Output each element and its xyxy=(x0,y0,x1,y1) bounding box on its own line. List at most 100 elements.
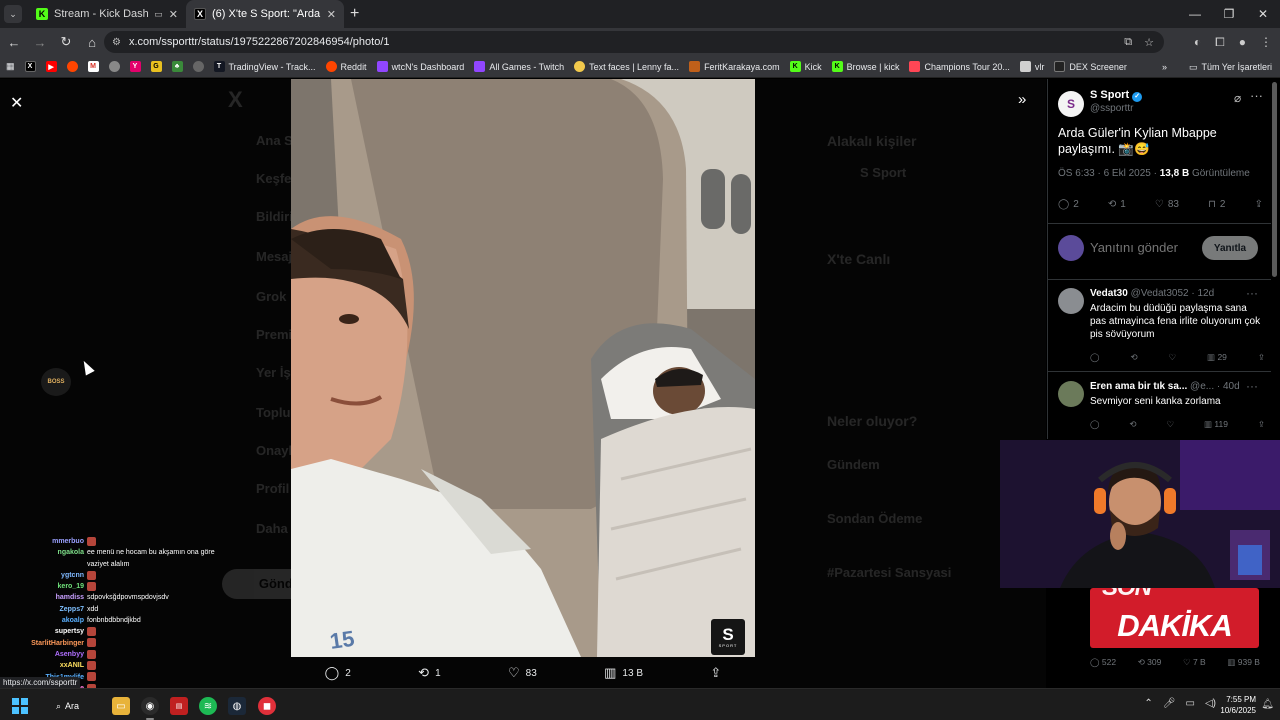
grok-icon[interactable]: ⌀ xyxy=(1234,91,1241,105)
views-button[interactable]: ▥ 29 xyxy=(1207,352,1227,363)
bookmark-ferit[interactable]: FeritKarakaya.com xyxy=(689,61,780,72)
restore-button[interactable]: ❐ xyxy=(1212,0,1246,28)
bookmark-leaf[interactable]: ♣ xyxy=(171,61,183,72)
reply-icon[interactable]: ◯ xyxy=(1090,419,1100,430)
reply-submit-button[interactable]: Yanıtla xyxy=(1202,236,1258,260)
chat-username[interactable]: kero_19 xyxy=(0,581,84,592)
more-options-icon[interactable]: ··· xyxy=(1250,88,1263,103)
share-button[interactable]: ⇪ xyxy=(710,665,721,681)
tweet-timestamp[interactable]: ÖS 6:33 · 6 Ekl 2025 · xyxy=(1058,168,1160,179)
comment-author[interactable]: Eren ama bir tık sa... @e... · 40d xyxy=(1090,381,1240,392)
list-item[interactable]: Vedat30 @Vedat3052 · 12d ··· Ardacim bu … xyxy=(1048,286,1271,374)
chat-username[interactable]: supertsy xyxy=(0,626,84,637)
bookmark-circle[interactable] xyxy=(192,61,204,72)
new-tab-button[interactable]: + xyxy=(350,5,359,23)
chat-username[interactable]: xxANIL xyxy=(0,660,84,671)
chat-username[interactable]: akoalp xyxy=(0,615,84,626)
apps-icon[interactable]: ▦ xyxy=(6,61,15,72)
menu-icon[interactable]: ⋮ xyxy=(1260,35,1272,49)
views-count[interactable]: ▥ 939 B xyxy=(1227,657,1260,668)
repost-button[interactable]: ⟲ 1 xyxy=(1108,199,1126,210)
bookmark-dex[interactable]: DEX Screener xyxy=(1054,61,1127,72)
chat-username[interactable]: mmerbuo xyxy=(0,536,84,547)
avatar[interactable] xyxy=(1058,288,1084,314)
tab-kick-dashboard[interactable]: K Stream - Kick Dashboard ▭ ✕ xyxy=(28,0,186,28)
forward-button[interactable]: → xyxy=(28,30,52,54)
chevron-up-icon[interactable]: ⌃ xyxy=(1144,698,1152,709)
close-tab-icon[interactable]: ✕ xyxy=(327,8,336,21)
heart-icon[interactable]: ♡ xyxy=(1166,419,1174,430)
more-bookmarks-icon[interactable]: » xyxy=(1162,62,1167,72)
tab-search-button[interactable]: ⌄ xyxy=(4,5,22,23)
bookmark-champions-tour[interactable]: Champions Tour 20... xyxy=(909,61,1010,72)
more-options-icon[interactable]: ··· xyxy=(1246,286,1258,300)
reply-button[interactable]: ◯ 2 xyxy=(1058,199,1079,210)
repost-count[interactable]: ⟲ 309 xyxy=(1138,657,1162,668)
like-button[interactable]: ♡ 83 xyxy=(1155,199,1179,210)
author-name[interactable]: S Sport ✓ xyxy=(1090,89,1143,102)
tab-x-post[interactable]: X (6) X'te S Sport: "Arda Güler'in Kylia… xyxy=(186,0,344,28)
toggle-sidebar-button[interactable]: » xyxy=(1018,91,1026,108)
bookmark-y[interactable]: Y xyxy=(129,61,141,72)
extensions-icon[interactable]: ⧠ xyxy=(1215,35,1225,50)
bookmark-twitch-games[interactable]: All Games - Twitch xyxy=(474,61,564,72)
bookmark-star-icon[interactable]: ☆ xyxy=(1144,36,1154,49)
repost-icon[interactable]: ⟲ xyxy=(1129,419,1136,430)
sidebar-scrollbar[interactable] xyxy=(1272,82,1277,277)
windows-start-icon[interactable] xyxy=(12,698,28,714)
list-item[interactable]: Eren ama bir tık sa... @e... · 40d ··· S… xyxy=(1048,379,1271,437)
chat-username[interactable]: StarlitHarbinger xyxy=(0,638,84,649)
chrome-icon[interactable]: ◉ xyxy=(141,697,159,715)
reply-input[interactable] xyxy=(1090,240,1198,255)
bookmark-g[interactable]: G xyxy=(150,61,162,72)
install-icon[interactable]: ⧉ xyxy=(1124,36,1132,49)
bookmark-gmail[interactable]: M xyxy=(87,61,99,72)
heart-icon[interactable]: ♡ xyxy=(1168,352,1176,363)
bookmark-tradingview[interactable]: T TradingView - Track... xyxy=(213,61,316,72)
share-icon[interactable]: ⇪ xyxy=(1258,352,1265,363)
translate-icon[interactable]: ◐ xyxy=(1194,35,1201,49)
all-bookmarks[interactable]: ▭ Tüm Yer İşaretleri xyxy=(1189,62,1272,73)
reply-count[interactable]: ◯ 522 xyxy=(1090,657,1116,668)
share-button[interactable]: ⇪ xyxy=(1255,199,1263,210)
clock[interactable]: 7:55 PM 10/6/2025 xyxy=(1220,694,1256,716)
chat-username[interactable]: hamdiss xyxy=(0,592,84,603)
reply-button[interactable]: ◯ 2 xyxy=(325,665,351,681)
chat-username[interactable]: ygtcnn xyxy=(0,570,84,581)
speaker-icon[interactable]: ◁) xyxy=(1205,698,1216,709)
taskbar-search[interactable]: ⌕ Ara xyxy=(46,696,102,716)
like-button[interactable]: ♡ 83 xyxy=(508,665,537,681)
bookmark-youtube[interactable]: ▶ xyxy=(45,61,57,72)
minimize-button[interactable]: — xyxy=(1178,0,1212,28)
avatar[interactable]: S xyxy=(1058,91,1084,117)
back-button[interactable]: ← xyxy=(2,30,26,54)
close-tab-icon[interactable]: ✕ xyxy=(169,8,178,21)
repost-button[interactable]: ⟲ 1 xyxy=(418,665,440,681)
bookmark-lenny[interactable]: Text faces | Lenny fa... xyxy=(574,61,679,72)
profile-avatar-icon[interactable]: ● xyxy=(1239,35,1246,49)
chat-username[interactable]: Asenbyy xyxy=(0,649,84,660)
home-button[interactable]: ⌂ xyxy=(80,30,104,54)
site-info-icon[interactable]: ⚙ xyxy=(112,37,121,48)
media-icon[interactable]: ▭ xyxy=(154,9,163,20)
bookmark-browse-kick[interactable]: K Browse | kick xyxy=(831,61,899,72)
share-icon[interactable]: ⇪ xyxy=(1258,419,1265,430)
bookmark-button[interactable]: ⊓ 2 xyxy=(1208,199,1225,210)
views-button[interactable]: ▥ 13 B xyxy=(604,665,643,681)
bookmark-twitch-dashboard[interactable]: wtcN's Dashboard xyxy=(376,61,464,72)
reply-icon[interactable]: ◯ xyxy=(1090,352,1100,363)
more-options-icon[interactable]: ··· xyxy=(1246,379,1258,393)
bookmark-reddit-icon-only[interactable] xyxy=(66,61,78,72)
bookmark-reddit[interactable]: Reddit xyxy=(325,61,367,72)
notification-bell-icon[interactable]: 🔔︎ xyxy=(1261,699,1274,710)
url-field[interactable]: ⚙ x.com/ssporttr/status/1975222867202846… xyxy=(104,31,1164,53)
bookmark-vlr[interactable]: vlr xyxy=(1019,61,1044,72)
tweet-photo[interactable]: 15 S SPORT xyxy=(291,79,755,657)
chat-username[interactable] xyxy=(0,559,84,570)
author-handle[interactable]: @ssporttr xyxy=(1090,103,1134,114)
app-pink-icon[interactable]: ◼ xyxy=(258,697,276,715)
bookmark-x[interactable]: X xyxy=(24,61,36,72)
reload-button[interactable]: ↻ xyxy=(54,30,78,54)
repost-icon[interactable]: ⟲ xyxy=(1130,352,1137,363)
bookmark-globe[interactable] xyxy=(108,61,120,72)
